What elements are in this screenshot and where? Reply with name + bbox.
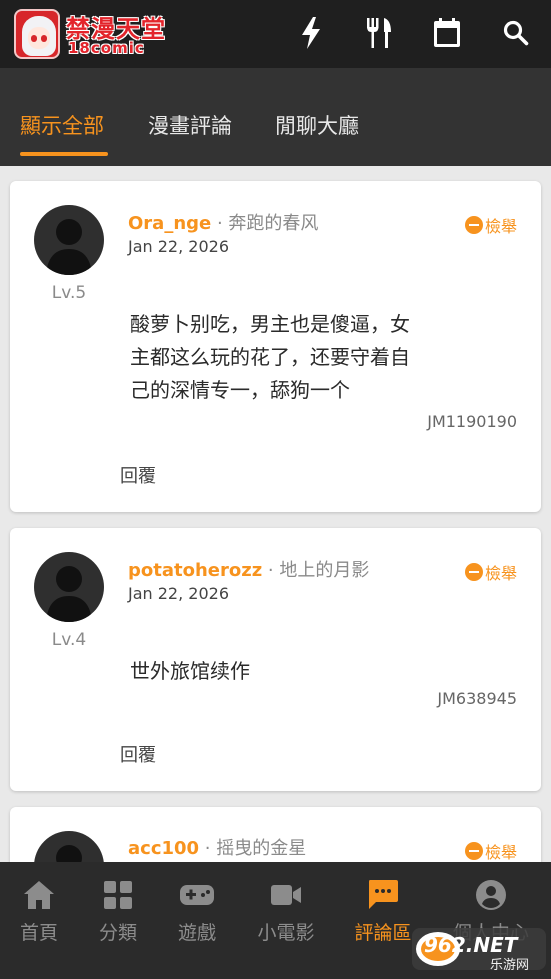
video-icon <box>247 878 325 912</box>
mascot-logo-image <box>14 9 60 59</box>
top-app-bar: 禁漫天堂 18comic <box>0 0 551 68</box>
minus-circle-icon <box>464 842 483 860</box>
active-tab-indicator <box>20 152 108 156</box>
user-level: Lv.5 <box>51 283 87 303</box>
username-link[interactable]: Ora_nge · 奔跑的春风 <box>128 209 318 235</box>
grid-icon <box>79 878 157 912</box>
user-title: · 奔跑的春风 <box>211 213 319 234</box>
avatar[interactable] <box>34 552 104 622</box>
reply-button[interactable]: 回覆 <box>120 741 156 767</box>
report-button[interactable]: 檢舉 <box>464 839 517 863</box>
username-link[interactable]: potatoherozz · 地上的月影 <box>128 556 369 582</box>
home-icon <box>0 878 78 912</box>
avatar[interactable] <box>34 205 104 275</box>
logo-subtitle: 18comic <box>68 39 145 57</box>
report-button[interactable]: 檢舉 <box>464 560 517 584</box>
user-level: Lv.4 <box>51 630 87 650</box>
comment-date: Jan 22, 2026 <box>128 237 229 256</box>
comment-card: Lv.4 potatoherozz · 地上的月影 Jan 22, 2026 檢… <box>10 528 541 791</box>
watermark-sub: 乐游网 <box>490 958 530 973</box>
tab-comic-reviews[interactable]: 漫畫評論 <box>148 110 232 140</box>
user-title: · 地上的月影 <box>262 560 370 581</box>
tab-show-all[interactable]: 顯示全部 <box>20 110 104 140</box>
nav-games[interactable]: 遊戲 <box>158 878 236 945</box>
minus-circle-icon <box>464 216 483 234</box>
comic-id-link[interactable]: JM1190190 <box>427 412 517 431</box>
site-watermark: 962.NET 乐游网 <box>412 926 546 973</box>
comment-date: Jan 22, 2026 <box>128 584 229 603</box>
username-link[interactable]: acc100 · 摇曳的金星 <box>128 834 306 860</box>
calendar-icon[interactable] <box>430 16 464 50</box>
lightning-icon[interactable] <box>294 16 328 50</box>
bottom-navigation: 首頁 分類 遊戲 小電影 評論區 962.NET 乐游网 <box>0 862 551 979</box>
tab-chat-lobby[interactable]: 閒聊大廳 <box>275 110 359 140</box>
comment-body: 酸萝卜别吃，男主也是傻逼，女 主都这么玩的花了，还要守着自 己的深情专一，舔狗一… <box>130 312 410 402</box>
restaurant-icon[interactable] <box>362 16 396 50</box>
minus-circle-icon <box>464 563 483 581</box>
nav-categories[interactable]: 分類 <box>79 878 157 945</box>
comment-tabs: 顯示全部 漫畫評論 閒聊大廳 <box>0 68 551 166</box>
user-title: · 摇曳的金星 <box>199 838 307 859</box>
account-icon <box>446 878 536 912</box>
nav-videos[interactable]: 小電影 <box>247 878 325 945</box>
reply-button[interactable]: 回覆 <box>120 462 156 488</box>
app-logo[interactable]: 禁漫天堂 18comic <box>14 9 168 59</box>
default-avatar-icon <box>46 566 92 622</box>
comment-body: 世外旅馆续作 <box>130 659 250 683</box>
report-button[interactable]: 檢舉 <box>464 213 517 237</box>
comment-card: Lv.5 Ora_nge · 奔跑的春风 Jan 22, 2026 檢舉 酸萝卜… <box>10 181 541 512</box>
default-avatar-icon <box>46 219 92 275</box>
gamepad-icon <box>158 878 236 912</box>
search-icon[interactable] <box>499 16 533 50</box>
comic-id-link[interactable]: JM638945 <box>437 689 517 708</box>
comment-icon <box>344 878 422 912</box>
nav-comments[interactable]: 評論區 <box>344 878 422 945</box>
nav-home[interactable]: 首頁 <box>0 878 78 945</box>
